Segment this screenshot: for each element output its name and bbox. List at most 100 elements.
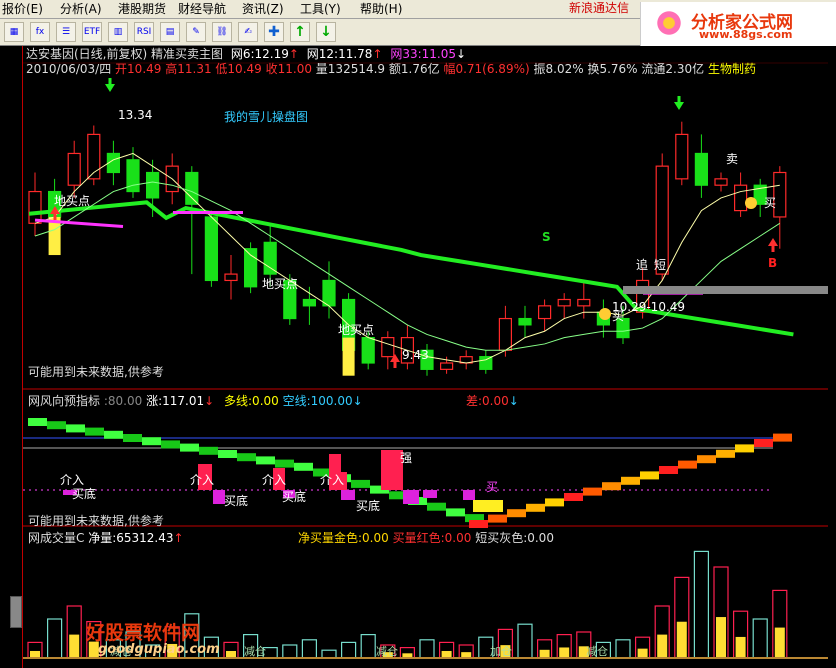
- trend-ribbon-green: [85, 427, 104, 436]
- volume-gold: 净买量金色:0.00: [298, 531, 389, 545]
- up-arrow-icon[interactable]: ↑: [290, 22, 310, 42]
- main-note: 可能用到未来数据,供参考: [28, 365, 164, 379]
- trend-ribbon-orange: [545, 498, 564, 507]
- trend-ribbon-orange: [754, 439, 773, 447]
- indicator-diff-wrap: 差:0.00↓: [466, 394, 519, 409]
- trend-ribbon-orange: [507, 509, 526, 518]
- trend-ribbon-orange: [526, 503, 545, 512]
- trend-ribbon-green: [199, 446, 218, 455]
- intervene-label-4: 介入: [320, 473, 345, 487]
- volume-gold-fill: [441, 650, 452, 658]
- quote-float: 流通2.30亿: [641, 62, 705, 76]
- reduce-label-4: 减仓: [586, 645, 608, 658]
- kline-icon[interactable]: ▥: [108, 22, 128, 42]
- volume-bar: [517, 623, 533, 659]
- money-bag-icon: [745, 197, 757, 209]
- trend-ribbon-orange: [564, 493, 583, 501]
- indicator-title: 网风向预指标: [28, 394, 101, 408]
- quote-low: 低10.49: [215, 62, 262, 76]
- volume-bar: [282, 644, 298, 659]
- volume-net: 净量:65312.43: [88, 531, 174, 545]
- stock-title-line: 达安基因(日线,前复权) 精准买卖主图 网6:12.19↑ 网12:11.78↑…: [26, 47, 466, 62]
- rsi-icon[interactable]: RSI: [134, 22, 154, 42]
- trend-ribbon-orange: [735, 444, 754, 453]
- menu-item-3[interactable]: 财经导航: [178, 1, 226, 17]
- quote-date: 2010/06/03/四: [26, 62, 112, 76]
- menu-icon[interactable]: ☰: [56, 22, 76, 42]
- etf-icon[interactable]: ETF: [82, 22, 102, 42]
- indicator-diff: 差:0.00: [466, 394, 509, 408]
- volume-bar: [419, 639, 435, 659]
- link-icon[interactable]: ⛓: [212, 22, 232, 42]
- quote-sector: 生物制药: [707, 62, 756, 76]
- ma6-up-arrow-icon: ↑: [288, 47, 299, 61]
- trend-ribbon-orange: [678, 460, 697, 469]
- trend-ribbon-orange: [488, 514, 507, 523]
- stock-title: 达安基因(日线,前复权) 精准买卖主图: [26, 47, 223, 61]
- news-icon[interactable]: ✎: [186, 22, 206, 42]
- indicator-down-arrow-icon: ↓: [204, 394, 215, 408]
- menu-item-2[interactable]: 港股期货: [118, 1, 166, 17]
- left-axis: [0, 46, 23, 668]
- candle-body: [498, 317, 512, 351]
- highlight-candle: [342, 337, 355, 376]
- fx-icon[interactable]: fx: [30, 22, 50, 42]
- candle-body: [381, 337, 395, 358]
- edit-icon[interactable]: ✍: [238, 22, 258, 42]
- candle-body: [185, 171, 199, 205]
- cross-icon[interactable]: ✚: [264, 22, 284, 42]
- ind-magenta-bar: [403, 490, 419, 504]
- quote-turnover: 换5.76%: [587, 62, 638, 76]
- trend-ribbon-orange: [640, 471, 659, 480]
- trend-ribbon-green: [28, 418, 47, 426]
- quote-amplitude: 振8.02%: [533, 62, 584, 76]
- reduce-label-3: 减仓: [376, 645, 398, 658]
- trend-ribbon-green: [351, 479, 370, 488]
- down-arrow-icon[interactable]: ↓: [316, 22, 336, 42]
- trend-ribbon-green: [104, 430, 123, 439]
- trend-ribbon-green: [142, 437, 161, 446]
- high-price-label: 13.34: [118, 108, 153, 122]
- ind-magenta-bar: [423, 490, 437, 498]
- candle-body: [557, 298, 571, 307]
- menu-item-0[interactable]: 报价(E): [2, 1, 43, 17]
- chart-icon[interactable]: ▦: [4, 22, 24, 42]
- volume-bar: [360, 633, 376, 659]
- quote-volume: 量132514.9: [315, 62, 386, 76]
- menu-item-4[interactable]: 资讯(Z): [242, 1, 284, 17]
- ind-yellow-block: [473, 500, 503, 512]
- green-down-arrow-icon: [674, 96, 684, 110]
- trend-ribbon-green: [66, 424, 85, 433]
- candle-body: [440, 362, 454, 370]
- trend-ribbon-orange: [697, 455, 716, 464]
- sell-label: 卖: [726, 152, 739, 166]
- candle-body: [733, 184, 748, 212]
- volume-gold-fill: [30, 650, 40, 658]
- table-icon[interactable]: ▤: [160, 22, 180, 42]
- menu-item-5[interactable]: 工具(Y): [300, 1, 341, 17]
- indicator-empty-arrow-icon: ↓: [352, 394, 363, 408]
- watermark-url: goodgupiao.com: [98, 642, 220, 657]
- buy-label-ind: 买: [486, 480, 499, 494]
- menu-item-1[interactable]: 分析(A): [60, 1, 102, 17]
- ma12-value: 网12:11.78: [306, 47, 373, 61]
- indicator-up: 涨:117.01: [146, 394, 205, 408]
- volume-gold-fill: [559, 647, 570, 658]
- ma6-value: 网6:12.19: [230, 47, 289, 61]
- sina-banner[interactable]: 新浪通达信: [569, 0, 629, 16]
- candle-body: [577, 298, 591, 307]
- volume-header: 网成交量C 净量:65312.43↑: [28, 531, 184, 546]
- scrollbar-thumb[interactable]: [10, 596, 22, 628]
- candle-body: [302, 298, 316, 307]
- flower-logo-icon: [651, 5, 687, 41]
- quote-amount: 额1.76亿: [388, 62, 440, 76]
- intervene-label-1: 介入: [60, 473, 85, 487]
- site-logo: 分析家公式网 www.88gs.com: [640, 2, 836, 46]
- trend-ribbon-green: [237, 453, 256, 462]
- menu-item-6[interactable]: 帮助(H): [360, 1, 402, 17]
- indicator-header: 网风向预指标 :80.00 涨:117.01↓ 多线:0.00 空线:100.0…: [28, 394, 363, 409]
- ma33-down-arrow-icon: ↓: [456, 47, 467, 61]
- s-signal-label: S: [542, 230, 551, 244]
- bottom-label-1: 买底: [72, 487, 97, 501]
- b-signal-label: B: [768, 256, 778, 270]
